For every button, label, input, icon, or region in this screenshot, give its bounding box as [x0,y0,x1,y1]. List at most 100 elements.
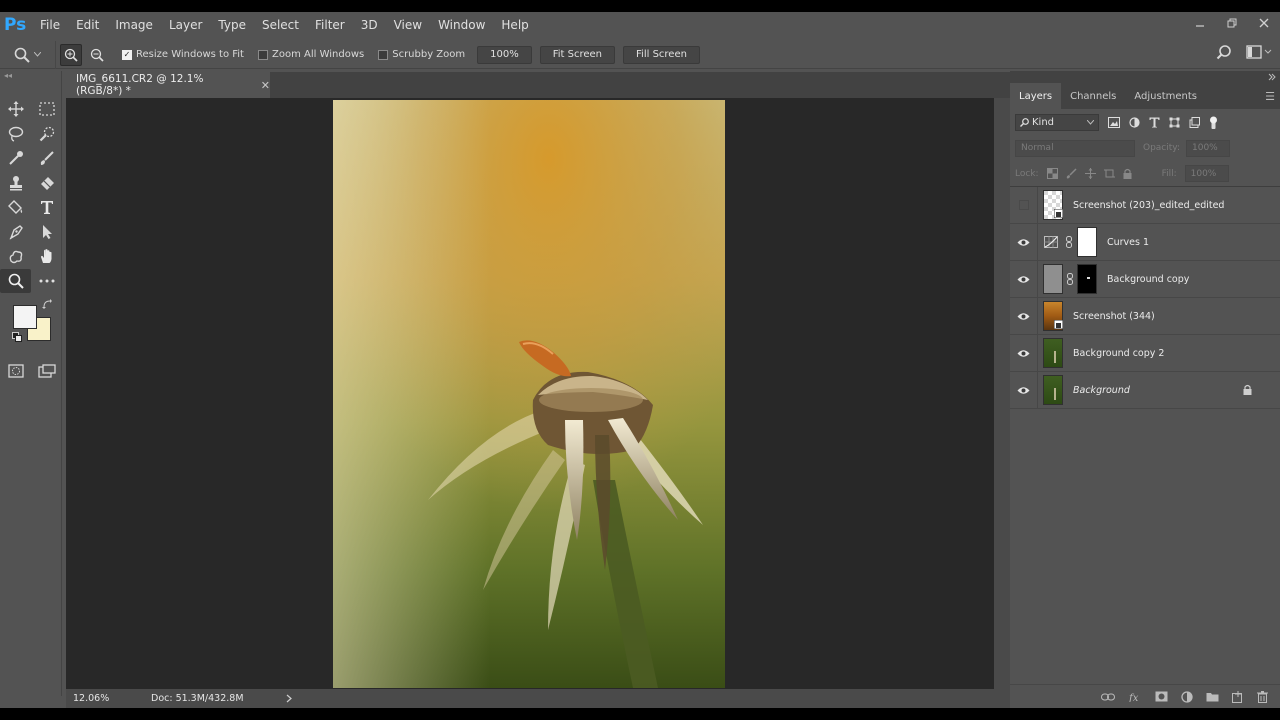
zoom-all-windows-checkbox[interactable]: Zoom All Windows [257,49,364,60]
link-icon[interactable] [1067,273,1073,285]
eraser-tool[interactable] [31,171,62,196]
type-tool[interactable] [31,195,62,220]
layer-row[interactable]: Background copy [1010,260,1280,298]
zoom-level[interactable]: 12.06% [73,693,133,704]
adjustment-filter-icon[interactable] [1129,116,1140,128]
layer-mask-thumbnail[interactable] [1077,227,1097,257]
new-layer-icon[interactable] [1232,690,1244,703]
zoom-out-button[interactable] [86,44,108,66]
fx-icon[interactable]: fx [1128,691,1142,702]
menu-type[interactable]: Type [210,18,254,32]
marquee-tool[interactable] [31,97,62,122]
layer-row[interactable]: Screenshot (344) [1010,297,1280,335]
opacity-field[interactable]: 100% [1186,139,1230,157]
panel-grip[interactable] [1010,71,1280,83]
visibility-toggle[interactable] [1010,297,1038,335]
pen-tool[interactable] [0,220,31,245]
zoom-100-button[interactable]: 100% [477,45,532,64]
vertical-scrollbar[interactable] [994,98,1010,689]
lock-all-icon[interactable] [1123,168,1132,179]
quick-mask-button[interactable] [0,359,31,383]
menu-3d[interactable]: 3D [353,18,386,32]
hand-tool[interactable] [31,244,62,269]
foreground-color-swatch[interactable] [13,305,37,329]
smart-object-filter-icon[interactable] [1189,116,1200,128]
menu-help[interactable]: Help [493,18,536,32]
fit-screen-button[interactable]: Fit Screen [539,45,616,64]
minimize-button[interactable] [1184,12,1216,34]
quick-selection-tool[interactable] [31,122,62,147]
scrubby-zoom-checkbox[interactable]: Scrubby Zoom [378,49,465,60]
path-selection-tool[interactable] [31,220,62,245]
move-tool[interactable] [0,97,31,122]
type-filter-icon[interactable] [1149,117,1160,128]
lock-artboard-icon[interactable] [1103,168,1115,179]
panel-menu-icon[interactable]: ☰ [1265,90,1275,103]
lasso-tool[interactable] [0,122,31,147]
visibility-toggle[interactable] [1010,186,1038,224]
menu-select[interactable]: Select [254,18,307,32]
tab-layers[interactable]: Layers [1010,83,1062,109]
visibility-toggle[interactable] [1010,371,1038,409]
workspace-icon[interactable] [1246,45,1272,59]
search-icon[interactable] [1216,44,1232,60]
menu-view[interactable]: View [386,18,430,32]
eyedropper-tool[interactable] [0,146,31,171]
more-tools-button[interactable] [31,269,62,294]
brush-tool[interactable] [31,146,62,171]
fill-field[interactable]: 100% [1184,165,1229,182]
visibility-toggle[interactable] [1010,223,1038,261]
menu-window[interactable]: Window [430,18,493,32]
zoom-tool[interactable] [0,268,31,293]
checkbox-empty-icon [378,49,389,60]
swap-colors-icon[interactable] [42,299,52,309]
screen-mode-button[interactable] [31,359,62,383]
layer-row[interactable]: Screenshot (203)_edited_edited [1010,186,1280,224]
panel-collapse-icon[interactable]: ◂◂ [0,71,61,81]
chevron-right-icon[interactable] [286,694,292,703]
filter-kind-select[interactable]: Kind [1015,113,1099,131]
pixel-layer-filter-icon[interactable] [1108,116,1120,128]
menu-image[interactable]: Image [107,18,161,32]
filter-toggle-icon[interactable] [1209,116,1218,129]
canvas-area[interactable] [66,98,994,689]
lock-position-icon[interactable] [1084,168,1096,179]
shape-tool[interactable] [0,244,31,269]
paint-bucket-tool[interactable] [0,195,31,220]
fill-screen-button[interactable]: Fill Screen [623,45,700,64]
document-image[interactable] [333,100,725,688]
link-icon[interactable] [1066,236,1072,248]
visibility-toggle[interactable] [1010,334,1038,372]
layer-row[interactable]: Background copy 2 [1010,334,1280,372]
clone-stamp-tool[interactable] [0,171,31,196]
layer-thumbnail [1043,338,1063,368]
lock-transparent-icon[interactable] [1046,168,1058,179]
tool-preset-picker[interactable] [0,40,56,69]
zoom-in-button[interactable] [60,43,82,66]
layer-row[interactable]: Curves 1 [1010,223,1280,261]
menu-filter[interactable]: Filter [307,18,353,32]
add-mask-icon[interactable] [1155,691,1168,702]
menu-edit[interactable]: Edit [68,18,107,32]
default-colors-icon[interactable] [12,332,22,342]
menu-file[interactable]: File [32,18,68,32]
new-adjustment-layer-icon[interactable] [1181,690,1193,703]
shape-filter-icon[interactable] [1169,117,1180,128]
restore-button[interactable] [1216,12,1248,34]
options-right-icons [1216,44,1272,60]
layer-row[interactable]: Background [1010,371,1280,409]
blend-mode-select[interactable]: Normal [1015,139,1135,157]
close-tab-icon[interactable]: ✕ [261,79,270,92]
delete-layer-icon[interactable] [1257,690,1268,703]
document-tab[interactable]: IMG_6611.CR2 @ 12.1% (RGB/8*) * ✕ [66,72,270,98]
menu-layer[interactable]: Layer [161,18,210,32]
resize-windows-checkbox[interactable]: ✓ Resize Windows to Fit [122,49,244,60]
visibility-toggle[interactable] [1010,260,1038,298]
lock-image-pixels-icon[interactable] [1066,168,1077,179]
tab-channels[interactable]: Channels [1061,83,1125,109]
layer-mask-thumbnail[interactable] [1077,264,1097,294]
link-layers-icon[interactable] [1101,693,1115,701]
new-group-icon[interactable] [1206,691,1219,702]
close-button[interactable] [1248,12,1280,34]
tab-adjustments[interactable]: Adjustments [1125,83,1206,109]
